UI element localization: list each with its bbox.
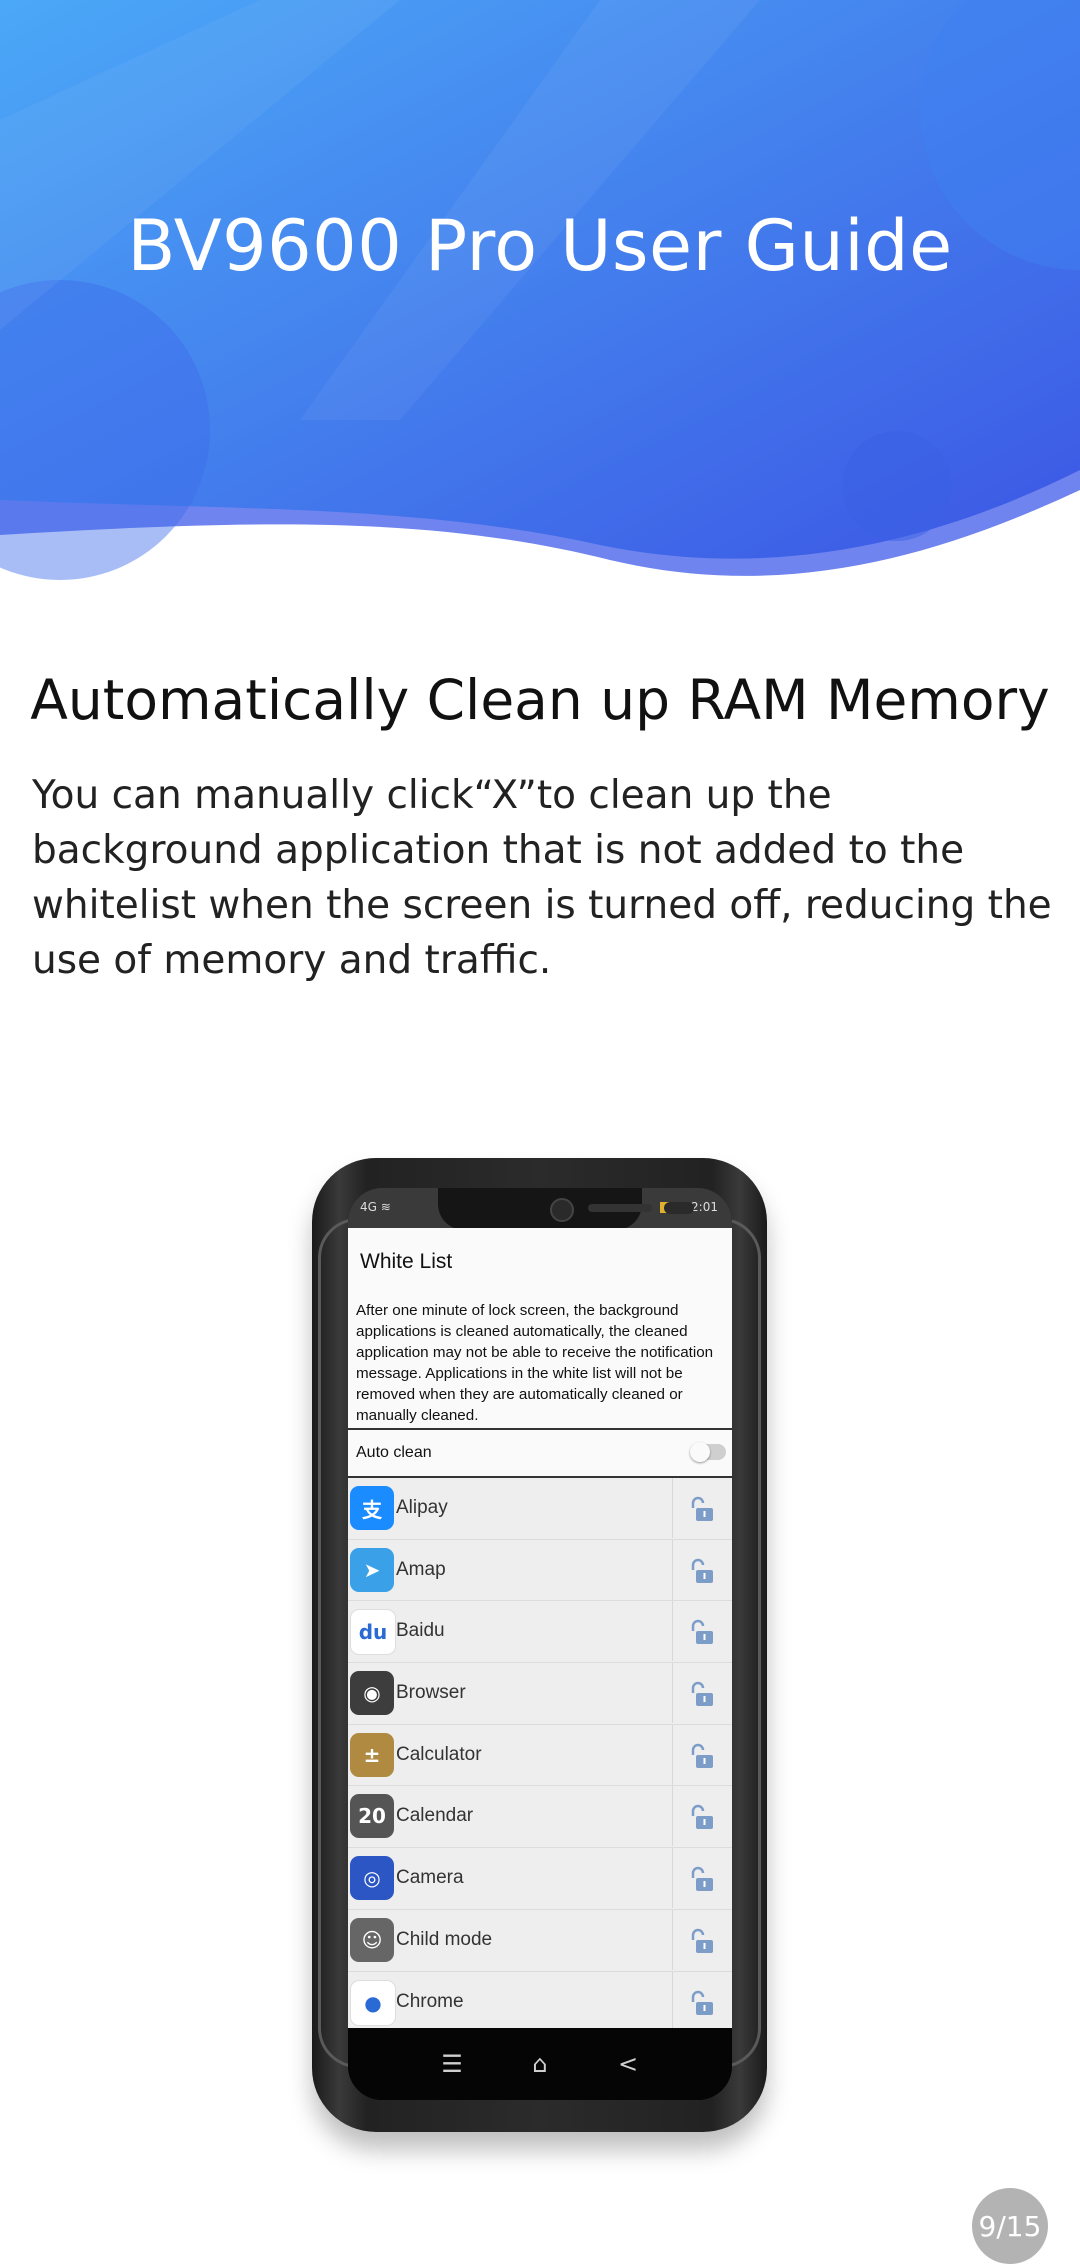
app-name: Baidu	[396, 1620, 445, 1642]
app-name: Chrome	[396, 1990, 464, 2012]
toggle-knob	[690, 1442, 710, 1462]
row-divider	[672, 1848, 673, 1909]
app-name: Calculator	[396, 1743, 482, 1765]
browser-icon: ◉	[350, 1671, 394, 1716]
app-row[interactable]: ◎ Camera	[348, 1848, 732, 1910]
row-divider	[672, 1909, 673, 1970]
app-row[interactable]: du Baidu	[348, 1601, 732, 1664]
row-divider	[672, 1601, 673, 1662]
row-divider	[672, 1539, 673, 1600]
unlock-icon[interactable]	[688, 1990, 716, 2016]
chrome-icon: ●	[350, 1979, 396, 2026]
alipay-icon: 支	[350, 1486, 394, 1530]
auto-clean-label: Auto clean	[356, 1444, 432, 1461]
app-row[interactable]: ± Calculator	[348, 1724, 732, 1787]
auto-clean-toggle[interactable]	[690, 1442, 726, 1462]
camera-notch	[438, 1188, 694, 1230]
status-bar-network: 4G ≋	[360, 1200, 391, 1214]
app-name: Browser	[396, 1682, 466, 1704]
row-divider	[672, 1724, 673, 1785]
row-divider	[672, 1478, 673, 1538]
menu-icon[interactable]: ☰	[432, 2044, 472, 2084]
proximity-sensor	[664, 1202, 694, 1214]
baidu-icon: du	[350, 1609, 396, 1656]
calculator-icon: ±	[350, 1732, 394, 1777]
white-list-description: After one minute of lock screen, the bac…	[348, 1296, 732, 1430]
navigation-bar: ☰ ⌂ <	[348, 2028, 732, 2100]
unlock-icon[interactable]	[688, 1558, 716, 1584]
camera-icon: ◎	[350, 1856, 394, 1901]
app-bar: White List	[348, 1228, 732, 1297]
phone-screen: 4G ≋ 12:01 White List After one minute o…	[348, 1188, 732, 2100]
section-title: Automatically Clean up RAM Memory	[30, 668, 1050, 732]
unlock-icon[interactable]	[688, 1743, 716, 1769]
header-wave-background	[0, 0, 1080, 580]
app-row[interactable]: ● Chrome	[348, 1971, 732, 2034]
child-mode-icon: ☺	[350, 1917, 394, 1962]
front-camera-icon	[550, 1198, 574, 1222]
app-list: 支 Alipay ➤ Amap du Baidu ◉ Browser ± Calculator 20…	[348, 1478, 732, 2034]
auto-clean-row[interactable]: Auto clean	[348, 1430, 732, 1478]
unlock-icon[interactable]	[688, 1928, 716, 1954]
unlock-icon[interactable]	[688, 1804, 716, 1830]
white-list-screen: White List After one minute of lock scre…	[348, 1228, 732, 2034]
app-name: Alipay	[396, 1497, 448, 1518]
row-divider	[672, 1971, 673, 2032]
app-name: Camera	[396, 1867, 464, 1889]
row-divider	[672, 1663, 673, 1724]
home-icon[interactable]: ⌂	[520, 2044, 560, 2084]
unlock-icon[interactable]	[688, 1866, 716, 1892]
unlock-icon[interactable]	[688, 1681, 716, 1707]
calendar-icon: 20	[350, 1794, 394, 1839]
app-row[interactable]: ➤ Amap	[348, 1539, 732, 1602]
unlock-icon[interactable]	[688, 1496, 716, 1522]
app-name: Calendar	[396, 1805, 474, 1827]
earpiece-speaker	[588, 1204, 652, 1212]
phone-mockup: 4G ≋ 12:01 White List After one minute o…	[312, 1158, 767, 2140]
page-indicator: 9/15	[972, 2188, 1048, 2264]
app-row[interactable]: ☺ Child mode	[348, 1909, 732, 1972]
header-banner: BV9600 Pro User Guide	[0, 0, 1080, 600]
unlock-icon[interactable]	[688, 1619, 716, 1645]
amap-icon: ➤	[350, 1547, 394, 1592]
app-row[interactable]: 20 Calendar	[348, 1786, 732, 1849]
back-icon[interactable]: <	[608, 2044, 648, 2084]
app-row[interactable]: ◉ Browser	[348, 1663, 732, 1725]
section-body: You can manually click“X”to clean up the…	[32, 773, 1052, 983]
app-name: Child mode	[396, 1928, 493, 1950]
screen-title: White List	[360, 1250, 453, 1273]
row-divider	[672, 1786, 673, 1847]
guide-title: BV9600 Pro User Guide	[127, 205, 953, 287]
app-row[interactable]: 支 Alipay	[348, 1478, 732, 1540]
app-name: Amap	[396, 1558, 446, 1580]
